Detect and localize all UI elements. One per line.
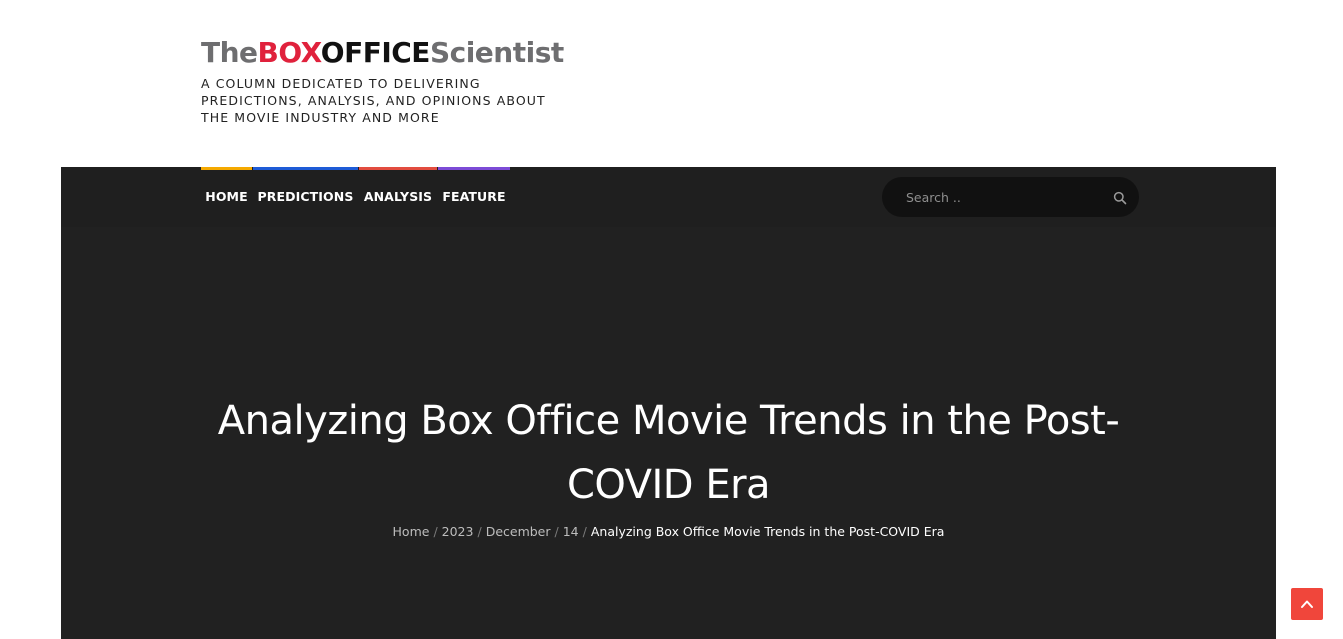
nav-accent-bar: [253, 167, 358, 170]
page: TheBOXOFFICEScientist A COLUMN DEDICATED…: [0, 0, 1343, 639]
back-to-top-button[interactable]: [1291, 588, 1323, 620]
nav-item-analysis[interactable]: ANALYSIS: [359, 167, 437, 227]
nav-accent-bar: [359, 167, 437, 170]
chevron-up-icon: [1301, 600, 1313, 608]
main-navigation: HOME PREDICTIONS ANALYSIS FEATURE: [61, 167, 1276, 227]
search-button[interactable]: [1110, 188, 1130, 208]
breadcrumb-separator: /: [433, 524, 438, 539]
breadcrumb-link-year[interactable]: 2023: [442, 524, 474, 539]
nav-label: ANALYSIS: [363, 189, 433, 204]
breadcrumb-separator: /: [554, 524, 559, 539]
search-input[interactable]: [906, 187, 1096, 207]
nav-label: PREDICTIONS: [257, 189, 354, 204]
tagline-line: PREDICTIONS, ANALYSIS, AND OPINIONS ABOU…: [201, 93, 546, 108]
nav-accent-bar: [438, 167, 510, 170]
search-form: [882, 177, 1139, 217]
logo-text-office: OFFICE: [320, 36, 431, 69]
logo-text-box: BOX: [257, 36, 322, 69]
breadcrumb-separator: /: [477, 524, 482, 539]
site-header: TheBOXOFFICEScientist A COLUMN DEDICATED…: [0, 0, 1343, 167]
logo-text-scientist: Scientist: [429, 36, 564, 69]
hero-banner: HOME PREDICTIONS ANALYSIS FEATURE Search…: [61, 167, 1276, 639]
breadcrumb-link-home[interactable]: Home: [393, 524, 430, 539]
breadcrumb-link-month[interactable]: December: [486, 524, 551, 539]
nav-item-feature[interactable]: FEATURE: [438, 167, 510, 227]
nav-label: FEATURE: [442, 189, 506, 204]
site-tagline: A COLUMN DEDICATED TO DELIVERING PREDICT…: [201, 75, 561, 126]
page-title: Analyzing Box Office Movie Trends in the…: [217, 398, 1120, 508]
nav-item-predictions[interactable]: PREDICTIONS: [253, 167, 358, 227]
nav-accent-bar: [201, 167, 252, 170]
breadcrumb: Home/2023/December/14/Analyzing Box Offi…: [61, 524, 1276, 539]
tagline-line: THE MOVIE INDUSTRY AND MORE: [201, 110, 440, 125]
breadcrumb-current: Analyzing Box Office Movie Trends in the…: [590, 524, 945, 539]
nav-label: HOME: [205, 189, 248, 204]
tagline-line: A COLUMN DEDICATED TO DELIVERING: [201, 76, 481, 91]
search-icon: [1113, 191, 1127, 205]
breadcrumb-link-day[interactable]: 14: [563, 524, 579, 539]
breadcrumb-separator: /: [582, 524, 587, 539]
nav-item-home[interactable]: HOME: [201, 167, 252, 227]
logo-text-the: The: [201, 36, 258, 69]
site-logo[interactable]: TheBOXOFFICEScientist: [201, 36, 564, 70]
